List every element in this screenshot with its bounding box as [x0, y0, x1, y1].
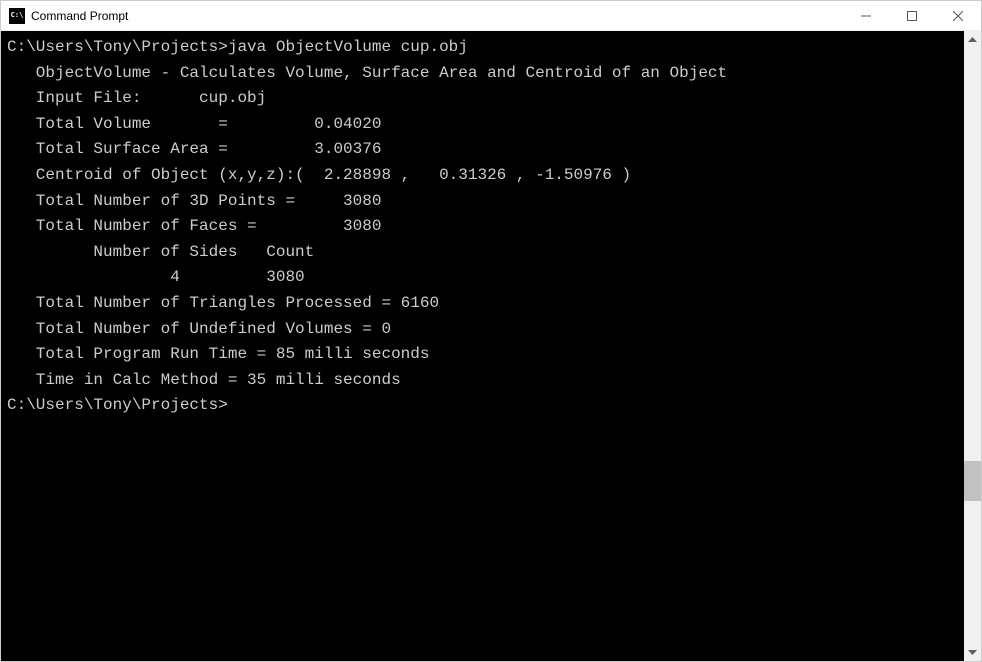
output-line: Total Number of 3D Points = 3080 [7, 189, 958, 215]
scrollbar-down-arrow-icon[interactable] [964, 644, 981, 661]
cursor [228, 396, 237, 414]
titlebar[interactable]: C:\ Command Prompt [1, 1, 981, 31]
prompt-path: C:\Users\Tony\Projects> [7, 38, 228, 56]
output-line: Time in Calc Method = 35 milli seconds [7, 368, 958, 394]
output-line: Total Volume = 0.04020 [7, 112, 958, 138]
output-line: Total Number of Faces = 3080 [7, 214, 958, 240]
output-line: Total Number of Undefined Volumes = 0 [7, 317, 958, 343]
output-line: 4 3080 [7, 265, 958, 291]
prompt-path: C:\Users\Tony\Projects> [7, 396, 228, 414]
output-line: Centroid of Object (x,y,z):( 2.28898 , 0… [7, 163, 958, 189]
output-line: Total Program Run Time = 85 milli second… [7, 342, 958, 368]
terminal-output[interactable]: C:\Users\Tony\Projects>java ObjectVolume… [1, 31, 964, 661]
command-text: java ObjectVolume cup.obj [228, 38, 468, 56]
terminal-area: C:\Users\Tony\Projects>java ObjectVolume… [1, 31, 981, 661]
command-prompt-icon: C:\ [9, 8, 25, 24]
output-line: Input File: cup.obj [7, 86, 958, 112]
output-line: Number of Sides Count [7, 240, 958, 266]
close-button[interactable] [935, 1, 981, 31]
vertical-scrollbar[interactable] [964, 31, 981, 661]
window-title: Command Prompt [31, 9, 843, 23]
output-line: Total Number of Triangles Processed = 61… [7, 291, 958, 317]
scrollbar-thumb[interactable] [964, 461, 981, 501]
scrollbar-up-arrow-icon[interactable] [964, 31, 981, 48]
maximize-button[interactable] [889, 1, 935, 31]
minimize-button[interactable] [843, 1, 889, 31]
command-prompt-window: C:\ Command Prompt C:\Users\Tony\Project… [0, 0, 982, 662]
output-line: ObjectVolume - Calculates Volume, Surfac… [7, 61, 958, 87]
window-controls [843, 1, 981, 31]
output-line: Total Surface Area = 3.00376 [7, 137, 958, 163]
